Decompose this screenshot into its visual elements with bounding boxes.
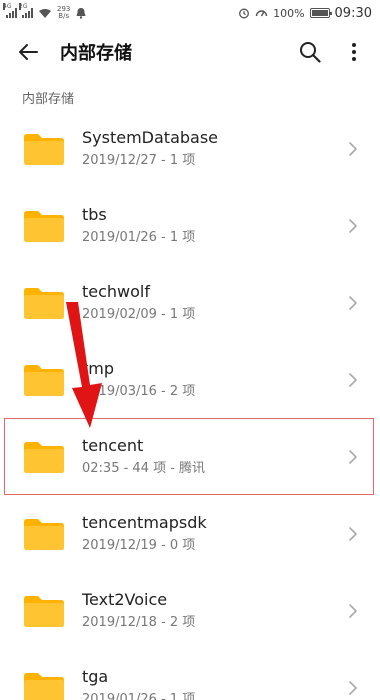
- breadcrumb[interactable]: 内部存储: [0, 78, 380, 110]
- file-name: tencent: [82, 435, 144, 455]
- signal-icon-2: 2G: [19, 3, 33, 18]
- app-actions: [296, 38, 368, 66]
- folder-icon: [24, 287, 64, 319]
- list-item[interactable]: SystemDatabase 2019/12/27 - 1 项: [0, 110, 380, 187]
- file-text: tencentmapsdk 2019/12/19 - 0 项: [82, 512, 346, 556]
- file-text: tmp 2019/03/16 - 2 项: [82, 358, 346, 402]
- back-button[interactable]: [14, 38, 42, 66]
- list-item[interactable]: tencentmapsdk 2019/12/19 - 0 项: [0, 495, 380, 572]
- file-name: tga: [82, 666, 109, 686]
- file-list: SystemDatabase 2019/12/27 - 1 项 tbs 2019/0…: [0, 110, 380, 700]
- clock: 09:30: [334, 5, 372, 21]
- file-text: Text2Voice 2019/12/18 - 2 项: [82, 589, 346, 633]
- file-text: SystemDatabase 2019/12/27 - 1 项: [82, 127, 346, 171]
- file-meta: 2019/02/09 - 1 项: [82, 306, 196, 322]
- chevron-right-icon: [349, 141, 357, 156]
- folder-icon: [24, 210, 64, 242]
- alarm-icon: [239, 8, 250, 19]
- status-right: 100% 09:30: [238, 6, 372, 21]
- status-bar: 4G 2G 293 B/s 100% 09:30: [0, 0, 380, 26]
- file-meta: 2019/03/16 - 2 项: [82, 383, 196, 399]
- file-name: Text2Voice: [82, 589, 168, 609]
- folder-icon: [24, 133, 64, 165]
- more-vertical-icon: [352, 43, 356, 61]
- file-text: tencent 02:35 - 44 项 - 腾讯: [82, 435, 346, 479]
- file-meta: 2019/12/18 - 2 项: [82, 614, 196, 630]
- battery-icon: [309, 8, 332, 18]
- list-item[interactable]: tga 2019/01/26 - 1 项: [0, 649, 380, 700]
- file-name: tmp: [82, 358, 115, 378]
- file-meta: 2019/12/27 - 1 项: [82, 152, 196, 168]
- status-left: 4G 2G 293 B/s: [3, 3, 87, 20]
- file-text: tga 2019/01/26 - 1 项: [82, 666, 346, 700]
- folder-icon: [24, 364, 64, 396]
- folder-icon: [24, 672, 64, 700]
- folder-icon: [24, 595, 64, 627]
- file-name: tencentmapsdk: [82, 512, 207, 532]
- chevron-right-icon: [349, 449, 357, 464]
- chevron-right-icon: [349, 372, 357, 387]
- chevron-right-icon: [349, 680, 357, 695]
- list-item[interactable]: tbs 2019/01/26 - 1 项: [0, 187, 380, 264]
- notification-icon: [76, 8, 86, 19]
- folder-icon: [24, 441, 64, 473]
- wifi-icon: [39, 8, 51, 18]
- arrow-left-icon: [19, 44, 38, 60]
- file-meta: 2019/01/26 - 1 项: [82, 691, 196, 700]
- page-title: 内部存储: [60, 43, 132, 64]
- file-name: techwolf: [82, 281, 151, 301]
- file-name: SystemDatabase: [82, 127, 219, 147]
- list-item[interactable]: tmp 2019/03/16 - 2 项: [0, 341, 380, 418]
- chevron-right-icon: [349, 526, 357, 541]
- battery-percent: 100%: [273, 6, 305, 20]
- search-button[interactable]: [296, 38, 324, 66]
- file-text: techwolf 2019/02/09 - 1 项: [82, 281, 346, 325]
- list-item[interactable]: techwolf 2019/02/09 - 1 项: [0, 264, 380, 341]
- more-button[interactable]: [340, 38, 368, 66]
- chevron-right-icon: [349, 295, 357, 310]
- folder-icon: [24, 518, 64, 550]
- chevron-right-icon: [349, 218, 357, 233]
- network-speed-unit: B/s: [58, 12, 70, 20]
- file-text: tbs 2019/01/26 - 1 项: [82, 204, 346, 248]
- list-item[interactable]: Text2Voice 2019/12/18 - 2 项: [0, 572, 380, 649]
- file-meta: 02:35 - 44 项 - 腾讯: [82, 460, 206, 476]
- file-meta: 2019/12/19 - 0 项: [82, 537, 196, 553]
- app-bar: 内部存储: [0, 26, 380, 78]
- speedometer-icon: [255, 10, 268, 17]
- list-item-highlighted[interactable]: tencent 02:35 - 44 项 - 腾讯: [4, 418, 374, 495]
- chevron-right-icon: [349, 603, 357, 618]
- file-name: tbs: [82, 204, 107, 224]
- network-speed: 293 B/s: [57, 6, 70, 20]
- file-meta: 2019/01/26 - 1 项: [82, 229, 196, 245]
- signal-icon: 4G: [3, 3, 17, 18]
- search-icon: [300, 42, 321, 63]
